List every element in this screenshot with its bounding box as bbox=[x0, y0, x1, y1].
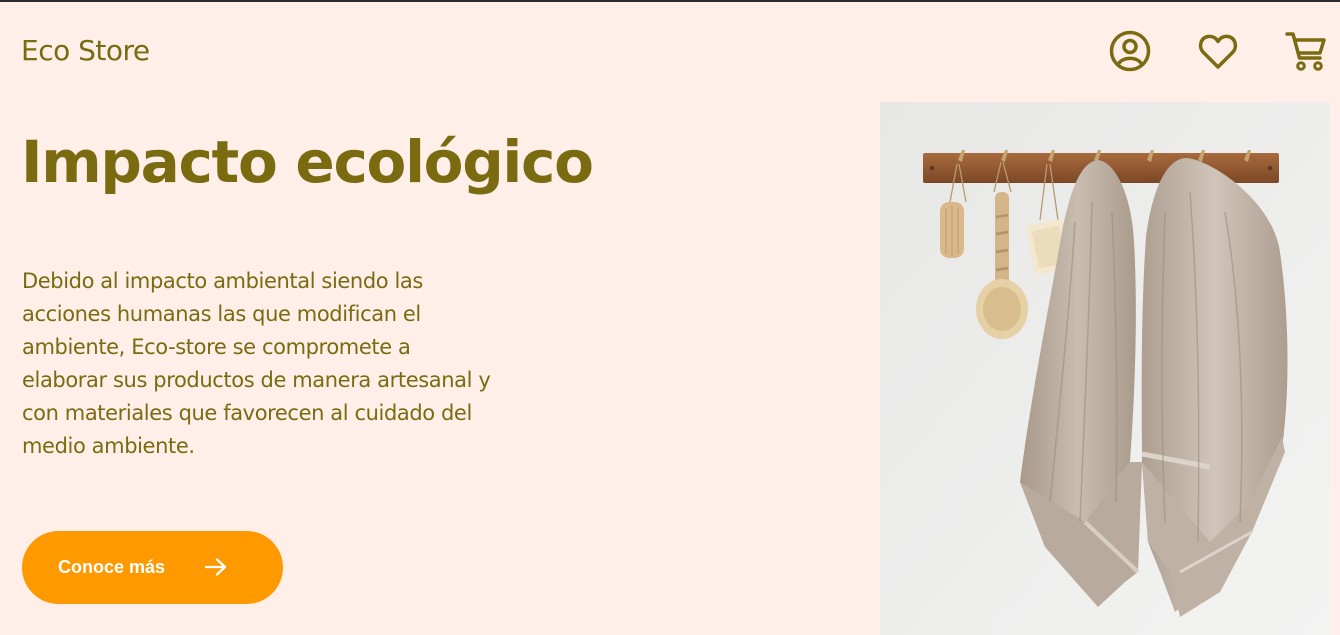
hero-image bbox=[880, 102, 1330, 635]
heart-icon bbox=[1198, 34, 1238, 69]
learn-more-button[interactable]: Conoce más bbox=[22, 531, 283, 604]
arrow-right-icon bbox=[205, 558, 227, 576]
cart-button[interactable] bbox=[1284, 29, 1328, 73]
cart-icon bbox=[1285, 32, 1326, 71]
top-border bbox=[0, 0, 1340, 2]
hero-description: Debido al impacto ambiental siendo las a… bbox=[22, 269, 491, 458]
hero-title: Impacto ecológico bbox=[21, 128, 594, 196]
brand-logo[interactable]: Eco Store bbox=[21, 34, 150, 67]
favorites-button[interactable] bbox=[1196, 29, 1240, 73]
towels-on-hook-rack-photo bbox=[880, 102, 1330, 635]
account-button[interactable] bbox=[1108, 29, 1152, 73]
learn-more-label: Conoce más bbox=[58, 557, 166, 577]
user-icon bbox=[1109, 30, 1151, 72]
